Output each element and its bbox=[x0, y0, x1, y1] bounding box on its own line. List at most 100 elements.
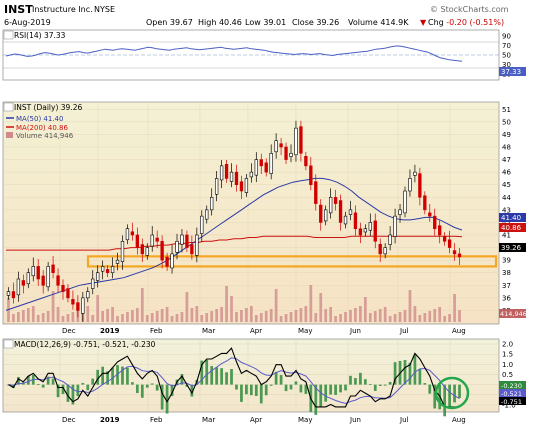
volume-bar bbox=[135, 308, 139, 322]
macd-hist-bar bbox=[81, 382, 85, 385]
macd-hist-bar bbox=[235, 384, 238, 390]
price-tick-label: 47 bbox=[502, 156, 511, 164]
macd-hist-bar bbox=[240, 384, 243, 402]
x-axis-bottom-label: Feb bbox=[150, 416, 163, 424]
macd-panel-toggle[interactable] bbox=[3, 339, 14, 349]
macd-hist-bar bbox=[131, 382, 134, 385]
volume-bar bbox=[304, 306, 308, 322]
volume-bar bbox=[215, 309, 219, 322]
macd-hist-bar bbox=[225, 372, 228, 385]
x-axis-bottom-label: Dec bbox=[62, 416, 76, 424]
volume-bar bbox=[116, 316, 119, 322]
volume-bar bbox=[86, 306, 90, 322]
candle-body bbox=[200, 215, 204, 234]
volume-bar bbox=[284, 314, 288, 322]
price-tick-label: 41 bbox=[502, 232, 511, 240]
macd-hist-bar bbox=[215, 367, 219, 385]
candle-body bbox=[155, 237, 159, 242]
volume-bar bbox=[339, 314, 342, 322]
macd-hist-bar bbox=[339, 384, 342, 393]
volume-bar bbox=[289, 312, 293, 322]
volume-bar bbox=[324, 309, 328, 322]
macd-hist-bar bbox=[423, 383, 427, 385]
candle-body bbox=[284, 146, 288, 160]
volume-bar bbox=[17, 312, 20, 322]
candle-body bbox=[309, 165, 313, 186]
candle-body bbox=[115, 259, 120, 264]
volume-bar bbox=[230, 296, 233, 322]
candle-body bbox=[279, 143, 283, 148]
candle-body bbox=[76, 302, 80, 311]
price-tick-label: 46 bbox=[502, 169, 511, 177]
volume-bar bbox=[413, 306, 417, 322]
volume-bar bbox=[448, 314, 451, 322]
macd-hist-bar bbox=[259, 384, 263, 404]
volume-bar bbox=[190, 308, 194, 322]
x-axis-mid-label: 2019 bbox=[100, 327, 120, 335]
candle-body bbox=[418, 173, 422, 198]
volume-bar bbox=[254, 315, 258, 322]
volume-bar bbox=[378, 309, 382, 322]
x-axis-bottom-label: Apr bbox=[250, 416, 262, 424]
candle-body bbox=[125, 228, 130, 241]
volume-bar bbox=[12, 314, 15, 322]
candle-body bbox=[16, 278, 21, 296]
x-axis-mid-label: May bbox=[298, 327, 312, 335]
volume-bar bbox=[408, 290, 412, 322]
x-axis-bottom-label: Aug bbox=[452, 416, 466, 424]
candle-body bbox=[264, 162, 268, 173]
volume-bar bbox=[66, 314, 70, 322]
x-axis-bottom-label: Mar bbox=[202, 416, 215, 424]
macd-hist-bar bbox=[319, 384, 323, 408]
macd-hist-bar bbox=[51, 378, 55, 385]
volume-bar bbox=[160, 309, 164, 322]
macd-hist-bar bbox=[111, 367, 114, 385]
candle-body bbox=[388, 234, 392, 245]
macd-hist-bar bbox=[368, 383, 372, 385]
candle-body bbox=[373, 220, 377, 242]
candle-body bbox=[353, 212, 358, 230]
price-panel-toggle[interactable] bbox=[3, 102, 14, 112]
price-tick-label: 51 bbox=[502, 106, 511, 114]
candle-body bbox=[393, 215, 397, 237]
volume-bar bbox=[225, 286, 228, 322]
volume-bar bbox=[210, 311, 214, 322]
price-tick-label: 39 bbox=[502, 257, 511, 265]
volume-bar bbox=[274, 289, 278, 322]
x-axis-mid-label: Dec bbox=[62, 327, 76, 335]
candle-body bbox=[140, 244, 144, 255]
candle-body bbox=[244, 178, 249, 193]
macd-hist-bar bbox=[378, 384, 382, 386]
price-tick-label: 37 bbox=[502, 282, 511, 290]
rsi-tick-label: 90 bbox=[502, 32, 511, 40]
stock-chart: INST Instructure Inc. NYSE © StockCharts… bbox=[0, 0, 534, 429]
volume-bar bbox=[393, 314, 397, 322]
macd-hist-bar bbox=[363, 379, 367, 385]
macd-panel: 2.01.51.00.50.0-0.5-1.0 MACD(12,26,9) -0… bbox=[2, 338, 526, 417]
volume-bar bbox=[106, 309, 109, 322]
volume-bar bbox=[259, 313, 263, 322]
candle-body bbox=[165, 256, 169, 267]
macd-frame bbox=[2, 338, 500, 413]
volume-bar bbox=[51, 291, 55, 322]
candle-body bbox=[205, 209, 209, 220]
macd-hist-bar bbox=[388, 381, 392, 385]
macd-hist-bar bbox=[299, 384, 303, 393]
candle-body bbox=[314, 181, 318, 204]
candle-body bbox=[160, 240, 164, 261]
candle-body bbox=[145, 247, 149, 256]
candle-body bbox=[254, 159, 258, 176]
volume-bar bbox=[359, 306, 362, 322]
macd-hist-bar bbox=[210, 366, 214, 385]
volume-bar bbox=[21, 310, 25, 322]
macd-tick-label: 1.0 bbox=[502, 361, 513, 369]
candle-body bbox=[423, 195, 427, 211]
volume-bar bbox=[453, 294, 456, 322]
candle-body bbox=[170, 253, 174, 269]
macd-tick-label: 0.5 bbox=[502, 371, 513, 379]
volume-bar bbox=[145, 315, 149, 322]
volume-bar bbox=[180, 312, 184, 322]
rsi-panel-toggle[interactable] bbox=[3, 30, 14, 40]
macd-hist-bar bbox=[453, 384, 456, 403]
candle-body bbox=[180, 234, 184, 245]
